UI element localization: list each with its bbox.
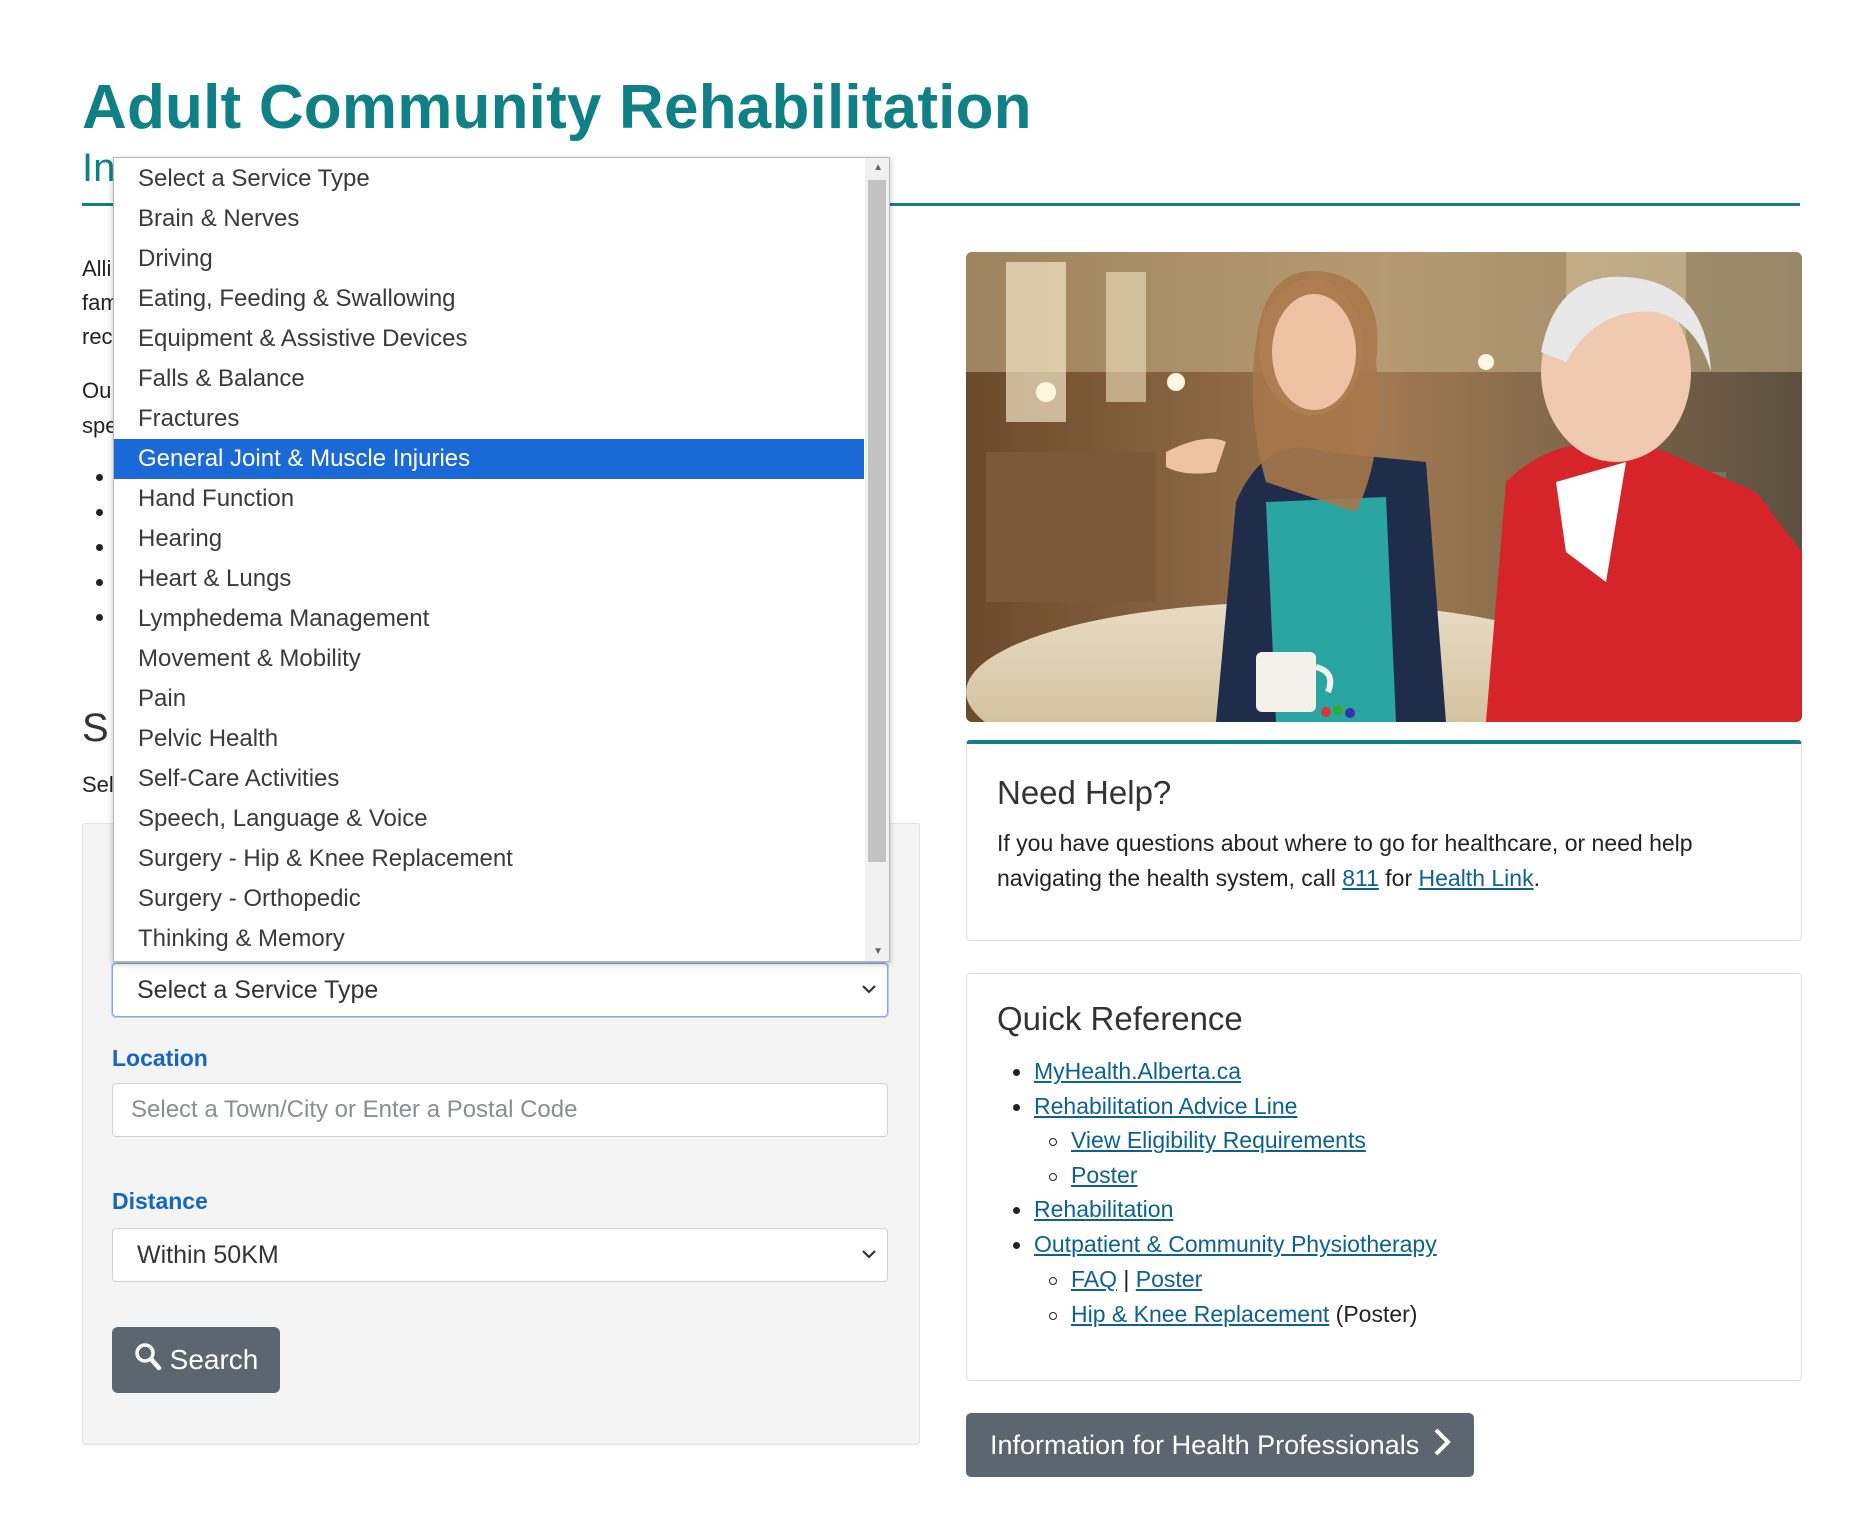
- quick-ref-item: Outpatient & Community Physiotherapy: [1013, 1231, 1437, 1258]
- dropdown-option[interactable]: Speech, Language & Voice: [114, 799, 864, 839]
- service-type-dropdown[interactable]: Select a Service Type Brain & Nerves Dri…: [113, 157, 890, 962]
- distance-value: Within 50KM: [137, 1241, 279, 1269]
- hip-knee-link[interactable]: Hip & Knee Replacement: [1071, 1301, 1329, 1327]
- quick-ref-item: Rehabilitation Advice Line: [1013, 1093, 1297, 1120]
- location-input[interactable]: [112, 1083, 888, 1137]
- health-link-link[interactable]: Health Link: [1419, 865, 1534, 891]
- link-separator: |: [1123, 1266, 1130, 1292]
- hip-knee-suffix: (Poster): [1335, 1301, 1418, 1327]
- quick-reference-title: Quick Reference: [997, 1000, 1243, 1037]
- dropdown-option[interactable]: Lymphedema Management: [114, 599, 864, 639]
- search-section-title: S: [82, 706, 109, 750]
- dropdown-option[interactable]: Pain: [114, 679, 864, 719]
- dropdown-option[interactable]: Falls & Balance: [114, 359, 864, 399]
- page-title: Adult Community Rehabilitation: [82, 73, 1032, 142]
- poster-link[interactable]: Poster: [1071, 1162, 1137, 1188]
- chevron-down-icon: [861, 1229, 877, 1301]
- dropdown-option[interactable]: Heart & Lungs: [114, 559, 864, 599]
- scroll-up-arrow-icon[interactable]: ▲: [873, 162, 883, 173]
- health-professionals-label: Information for Health Professionals: [990, 1429, 1420, 1460]
- dropdown-option[interactable]: Equipment & Assistive Devices: [114, 319, 864, 359]
- list-bullet: [1049, 1172, 1057, 1181]
- intro-bullet: [96, 579, 103, 586]
- quick-ref-subitem: Poster: [1049, 1162, 1137, 1189]
- advice-line-link[interactable]: Rehabilitation Advice Line: [1034, 1093, 1297, 1119]
- location-label: Location: [112, 1045, 208, 1071]
- distance-label: Distance: [112, 1188, 208, 1214]
- intro-bullet: [96, 509, 103, 516]
- search-icon: [134, 1342, 162, 1379]
- chevron-right-icon: [1433, 1427, 1452, 1464]
- quick-ref-subitem: Hip & Knee Replacement (Poster): [1049, 1301, 1417, 1328]
- health-professionals-button[interactable]: Information for Health Professionals: [966, 1413, 1474, 1477]
- intro-text-line: Alli: [82, 256, 112, 281]
- dropdown-option[interactable]: Fractures: [114, 399, 864, 439]
- need-help-title: Need Help?: [997, 774, 1172, 811]
- list-bullet: [1013, 1207, 1020, 1215]
- chevron-down-icon: [861, 964, 877, 1036]
- quick-ref-subitem: FAQ | Poster: [1049, 1266, 1202, 1293]
- search-button-label: Search: [169, 1344, 259, 1375]
- dropdown-option[interactable]: Hand Function: [114, 479, 864, 519]
- intro-bullet: [96, 544, 103, 551]
- dropdown-scrollbar[interactable]: ▲ ▼: [865, 158, 889, 961]
- quick-ref-item: Rehabilitation: [1013, 1196, 1173, 1223]
- quick-ref-subitem: View Eligibility Requirements: [1049, 1127, 1366, 1154]
- hero-photo: [966, 252, 1802, 722]
- quick-ref-item: MyHealth.Alberta.ca: [1013, 1058, 1241, 1085]
- dropdown-option[interactable]: Brain & Nerves: [114, 199, 864, 239]
- eligibility-link[interactable]: View Eligibility Requirements: [1071, 1127, 1366, 1153]
- dropdown-option[interactable]: Self-Care Activities: [114, 759, 864, 799]
- list-bullet: [1049, 1311, 1057, 1320]
- intro-bullet: [96, 614, 103, 621]
- myhealth-link[interactable]: MyHealth.Alberta.ca: [1034, 1058, 1241, 1084]
- dropdown-option[interactable]: Movement & Mobility: [114, 639, 864, 679]
- dropdown-option[interactable]: Select a Service Type: [114, 159, 864, 199]
- distance-select[interactable]: Within 50KM: [112, 1228, 888, 1282]
- dropdown-option[interactable]: Pelvic Health: [114, 719, 864, 759]
- faq-link[interactable]: FAQ: [1071, 1266, 1117, 1292]
- dropdown-option[interactable]: Driving: [114, 239, 864, 279]
- search-button[interactable]: Search: [112, 1327, 280, 1393]
- quick-reference-card: Quick Reference MyHealth.Alberta.ca Reha…: [966, 973, 1802, 1381]
- service-type-select[interactable]: Select a Service Type: [112, 963, 888, 1017]
- dropdown-option[interactable]: Hearing: [114, 519, 864, 559]
- list-bullet: [1013, 1069, 1020, 1077]
- list-bullet: [1013, 1242, 1020, 1250]
- rehabilitation-link[interactable]: Rehabilitation: [1034, 1196, 1173, 1222]
- need-help-text-part: for: [1378, 865, 1419, 891]
- list-bullet: [1049, 1137, 1057, 1146]
- intro-text-line: rec: [82, 324, 113, 349]
- dropdown-option[interactable]: Eating, Feeding & Swallowing: [114, 279, 864, 319]
- page-subtitle: In: [82, 146, 116, 190]
- outpatient-physio-link[interactable]: Outpatient & Community Physiotherapy: [1034, 1231, 1437, 1257]
- dropdown-option[interactable]: Surgery - Hip & Knee Replacement: [114, 839, 864, 879]
- scrollbar-thumb[interactable]: [868, 180, 886, 862]
- poster-link[interactable]: Poster: [1136, 1266, 1202, 1292]
- intro-text-line: Ou: [82, 378, 112, 403]
- need-help-text-part: .: [1533, 865, 1540, 891]
- need-help-card: Need Help? If you have questions about w…: [966, 740, 1802, 941]
- dropdown-option[interactable]: Thinking & Memory: [114, 919, 864, 959]
- list-bullet: [1049, 1276, 1057, 1285]
- need-help-text: If you have questions about where to go …: [997, 826, 1777, 896]
- dropdown-option[interactable]: Surgery - Orthopedic: [114, 879, 864, 919]
- scroll-down-arrow-icon[interactable]: ▼: [873, 946, 883, 957]
- intro-bullet: [96, 474, 103, 481]
- search-section-desc: Sel: [82, 772, 114, 797]
- list-bullet: [1013, 1104, 1020, 1112]
- service-type-value: Select a Service Type: [137, 976, 379, 1004]
- dropdown-option-highlighted[interactable]: General Joint & Muscle Injuries: [114, 439, 864, 479]
- phone-811-link[interactable]: 811: [1342, 865, 1379, 891]
